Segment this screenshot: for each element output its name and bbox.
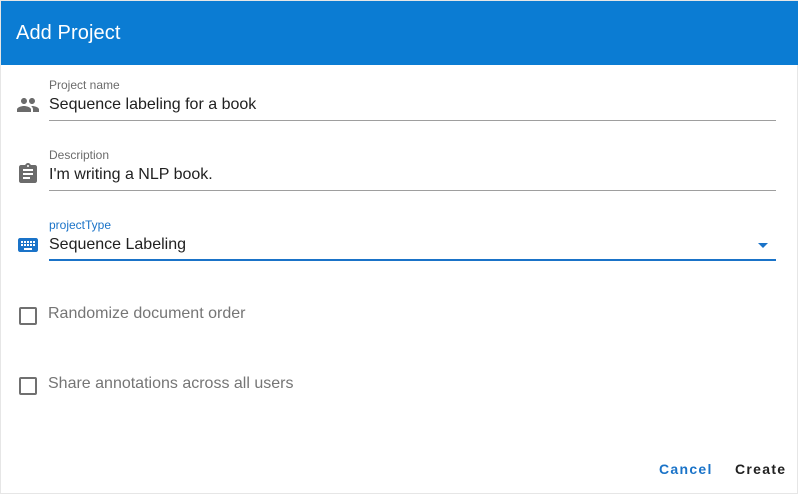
description-input[interactable]: I'm writing a NLP book. — [49, 166, 213, 184]
description-underline — [49, 190, 776, 191]
randomize-order-row[interactable]: Randomize document order — [1, 301, 798, 331]
project-name-label: Project name — [49, 78, 120, 92]
project-name-underline — [49, 120, 776, 121]
dialog-title: Add Project — [16, 21, 121, 44]
description-label: Description — [49, 148, 110, 162]
people-icon — [16, 93, 40, 117]
share-annotations-label[interactable]: Share annotations across all users — [48, 375, 293, 393]
dialog-header: Add Project — [1, 1, 798, 65]
randomize-order-checkbox[interactable] — [19, 307, 37, 325]
cancel-button[interactable]: Cancel — [659, 453, 713, 485]
share-annotations-row[interactable]: Share annotations across all users — [1, 371, 798, 401]
clipboard-icon — [16, 162, 40, 186]
chevron-down-icon[interactable] — [758, 243, 768, 248]
project-type-label: projectType — [49, 218, 112, 232]
share-annotations-checkbox[interactable] — [19, 377, 37, 395]
project-type-value[interactable]: Sequence Labeling — [49, 236, 186, 254]
randomize-order-label[interactable]: Randomize document order — [48, 305, 245, 323]
add-project-dialog: Add Project Project name Sequence labeli… — [0, 0, 798, 494]
keyboard-icon — [16, 233, 40, 257]
create-button[interactable]: Create — [735, 453, 786, 485]
project-type-underline — [49, 259, 776, 261]
project-type-select[interactable]: projectType Sequence Labeling — [1, 211, 798, 281]
project-name-input[interactable]: Sequence labeling for a book — [49, 96, 256, 114]
description-field[interactable]: Description I'm writing a NLP book. — [1, 141, 798, 211]
project-name-field[interactable]: Project name Sequence labeling for a boo… — [1, 71, 798, 141]
